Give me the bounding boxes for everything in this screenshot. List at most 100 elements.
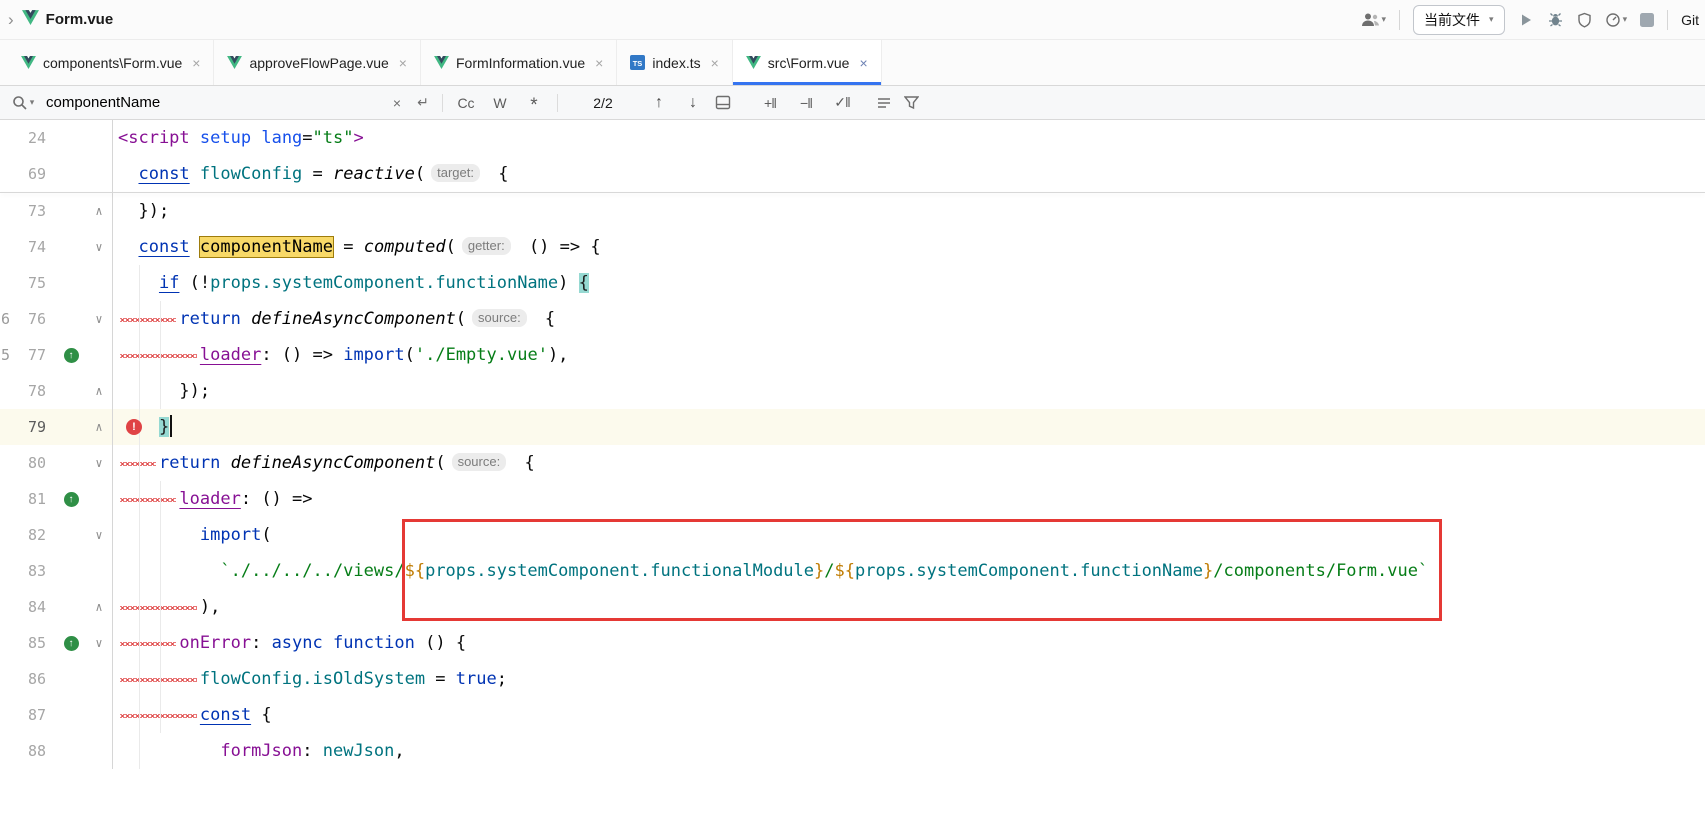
token: newJson [323, 741, 395, 761]
override-gutter-icon[interactable]: ↑ [64, 636, 79, 651]
fold-up-icon[interactable]: ∧ [86, 409, 112, 445]
code-line-76[interactable]: 676∨ return defineAsyncComponent(source:… [0, 301, 1705, 337]
token: { [535, 309, 555, 329]
token: (! [179, 273, 210, 293]
typescript-file-icon: TS [630, 55, 645, 70]
editor-tab-components-Form.vue[interactable]: components\Form.vue× [8, 40, 214, 85]
code-text[interactable]: } [112, 409, 1705, 445]
code-line-79[interactable]: !79∧ } [0, 409, 1705, 445]
clear-search-icon[interactable]: × [384, 91, 410, 115]
token: } [1203, 561, 1213, 581]
token: ( [456, 309, 466, 329]
override-gutter-icon[interactable]: ↑ [64, 348, 79, 363]
tab-close-icon[interactable]: × [399, 55, 407, 71]
code-line-85[interactable]: 85↑∨ onError: async function () { [0, 625, 1705, 661]
override-gutter-icon[interactable]: ↑ [64, 492, 79, 507]
editor-tab-src-Form.vue[interactable]: src\Form.vue× [733, 40, 882, 85]
code-line-83[interactable]: 83 `./../../../views/${props.systemCompo… [0, 553, 1705, 589]
code-text[interactable]: onError: async function () { [112, 625, 1705, 661]
code-text[interactable]: flowConfig.isOldSystem = true; [112, 661, 1705, 697]
stop-button[interactable] [1640, 13, 1654, 27]
debug-button[interactable] [1547, 12, 1564, 28]
code-line-73[interactable]: 73∧ }); [0, 193, 1705, 229]
tab-close-icon[interactable]: × [192, 55, 200, 71]
token: ), [200, 597, 220, 617]
fold-slot [86, 697, 112, 733]
code-text[interactable]: `./../../../views/${props.systemComponen… [112, 553, 1705, 589]
code-text[interactable]: }); [112, 373, 1705, 409]
code-line-75[interactable]: 75 if (!props.systemComponent.functionNa… [0, 265, 1705, 301]
code-text[interactable]: <script setup lang="ts"> [112, 120, 1705, 156]
code-text[interactable]: ), [112, 589, 1705, 625]
search-input[interactable]: componentName [46, 94, 376, 111]
next-occurrence-button[interactable]: ↓ [676, 94, 710, 112]
open-in-find-window-button[interactable] [710, 91, 736, 115]
matched-brace-highlight: } [159, 417, 169, 437]
tab-close-icon[interactable]: × [859, 55, 867, 71]
code-line-78[interactable]: 78∧ }); [0, 373, 1705, 409]
select-all-occurrences-button[interactable]: ✓‖ [826, 94, 858, 111]
fold-up-icon[interactable]: ∧ [86, 373, 112, 409]
remove-occurrence-button[interactable]: −‖ [790, 95, 822, 111]
tab-close-icon[interactable]: × [595, 55, 603, 71]
git-menu[interactable]: Git [1681, 12, 1699, 28]
run-configuration-select[interactable]: 当前文件 ▾ [1413, 5, 1505, 35]
code-line-82[interactable]: 82∨ import( [0, 517, 1705, 553]
code-text[interactable]: loader: () => [112, 481, 1705, 517]
code-text[interactable]: return defineAsyncComponent(source: { [112, 445, 1705, 481]
code-editor[interactable]: 24<script setup lang="ts">69 const flowC… [0, 120, 1705, 820]
fold-down-icon[interactable]: ∨ [86, 229, 112, 265]
gutter-icon-slot [56, 661, 86, 697]
code-text[interactable]: loader: () => import('./Empty.vue'), [112, 337, 1705, 373]
code-line-84[interactable]: 84 ∧ ), [0, 589, 1705, 625]
fold-down-icon[interactable]: ∨ [86, 625, 112, 661]
editor-tab-FormInformation.vue[interactable]: FormInformation.vue× [421, 40, 617, 85]
indent [118, 561, 220, 581]
code-line-80[interactable]: 80∨ return defineAsyncComponent(source: … [0, 445, 1705, 481]
fold-up-icon[interactable]: ∧ [86, 193, 112, 229]
fold-down-icon[interactable]: ∨ [86, 301, 112, 337]
coverage-button[interactable] [1577, 12, 1592, 28]
add-occurrence-button[interactable]: +‖ [754, 95, 786, 111]
code-line-86[interactable]: 86 flowConfig.isOldSystem = true; [0, 661, 1705, 697]
regex-toggle[interactable]: * [517, 95, 551, 111]
code-line-24[interactable]: 24<script setup lang="ts"> [0, 120, 1705, 156]
line-number: 83 [0, 553, 56, 589]
code-line-74[interactable]: 74∨ const componentName = computed(gette… [0, 229, 1705, 265]
code-text[interactable]: const flowConfig = reactive(target: { [112, 156, 1705, 192]
fold-slot [86, 661, 112, 697]
fold-down-icon[interactable]: ∨ [86, 517, 112, 553]
code-line-88[interactable]: 88 formJson: newJson, [0, 733, 1705, 769]
run-button[interactable] [1518, 12, 1534, 28]
code-text[interactable]: return defineAsyncComponent(source: { [112, 301, 1705, 337]
whole-words-toggle[interactable]: W [483, 95, 517, 111]
token: { [514, 453, 534, 473]
editor-tab-index.ts[interactable]: TSindex.ts× [617, 40, 732, 85]
code-line-87[interactable]: 87 const { [0, 697, 1705, 733]
code-line-81[interactable]: 81↑ loader: () => [0, 481, 1705, 517]
newline-icon[interactable]: ↵ [410, 91, 436, 115]
code-line-77[interactable]: 577↑ loader: () => import('./Empty.vue')… [0, 337, 1705, 373]
fold-up-icon[interactable]: ∧ [86, 589, 112, 625]
editor-tab-approveFlowPage.vue[interactable]: approveFlowPage.vue× [214, 40, 421, 85]
profiler-button[interactable]: ▾ [1605, 12, 1628, 28]
previous-occurrence-button[interactable]: ↑ [642, 94, 676, 112]
code-text[interactable]: formJson: newJson, [112, 733, 1705, 769]
code-text[interactable]: }); [112, 193, 1705, 229]
line-number: 84 [0, 589, 56, 625]
match-case-toggle[interactable]: Cc [449, 95, 483, 111]
error-icon[interactable]: ! [126, 419, 142, 435]
filter-lines-icon[interactable] [872, 91, 898, 115]
tab-close-icon[interactable]: × [711, 55, 719, 71]
code-line-69[interactable]: 69 const flowConfig = reactive(target: { [0, 156, 1705, 192]
code-text[interactable]: if (!props.systemComponent.functionName)… [112, 265, 1705, 301]
fold-down-icon[interactable]: ∨ [86, 445, 112, 481]
search-icon[interactable]: ▾ [10, 91, 36, 115]
filter-icon[interactable] [898, 91, 924, 115]
token: : () => [261, 345, 343, 365]
code-text[interactable]: const { [112, 697, 1705, 733]
token: onError [179, 633, 251, 653]
code-text[interactable]: import( [112, 517, 1705, 553]
code-text[interactable]: const componentName = computed(getter: (… [112, 229, 1705, 265]
users-icon[interactable]: ▾ [1361, 12, 1387, 28]
